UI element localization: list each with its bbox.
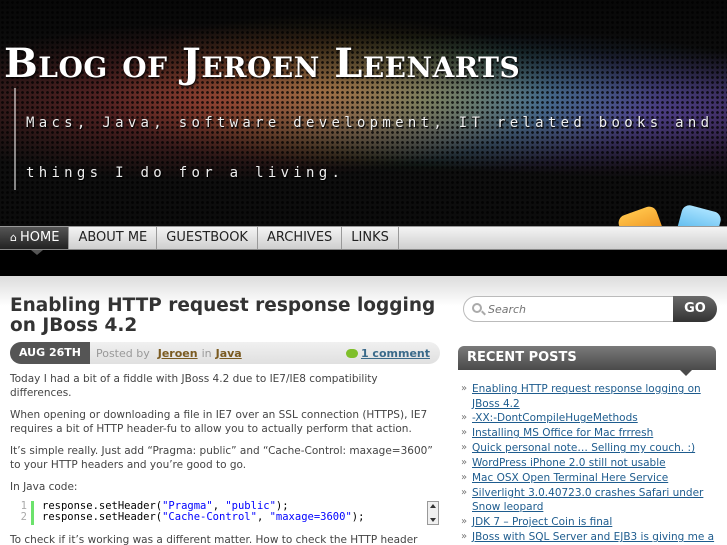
nav-item-home[interactable]: ⌂ HOME: [0, 227, 70, 249]
search-go-button[interactable]: GO: [673, 296, 717, 322]
recent-post-link[interactable]: JBoss with SQL Server and EJB3 is giving…: [460, 530, 718, 545]
comment-bubble-icon: [345, 348, 358, 358]
twitter-icon[interactable]: [673, 203, 723, 227]
nav-item-links[interactable]: LINKS: [342, 227, 399, 249]
search-form: GO: [463, 296, 718, 322]
category-link[interactable]: Java: [216, 347, 242, 360]
nav-label: HOME: [19, 230, 60, 245]
active-nav-caret-icon: [31, 250, 43, 255]
comments-count[interactable]: 1 comment: [361, 347, 430, 360]
recent-post-link[interactable]: Installing MS Office for Mac frrresh: [460, 426, 718, 441]
recent-post-link[interactable]: JDK 7 – Project Coin is final: [460, 515, 718, 530]
main-area: Enabling HTTP request response logging o…: [0, 276, 727, 545]
comments-link[interactable]: 1 comment: [345, 347, 430, 360]
line-number: 2: [20, 511, 27, 523]
post-meta: AUG 26TH Posted by Jeroen in Java 1 comm…: [10, 342, 440, 364]
post-paragraph: To check if it’s working was a different…: [10, 534, 418, 545]
tagline-divider: [14, 88, 16, 190]
post-paragraph: Today I had a bit of a fiddle with JBoss…: [10, 373, 378, 399]
nav-item-archives[interactable]: ARCHIVES: [258, 227, 343, 249]
recent-posts-list: Enabling HTTP request response logging o…: [458, 382, 718, 545]
post-content: Enabling HTTP request response logging o…: [10, 296, 440, 545]
site-title[interactable]: Blog of Jeroen Leenarts: [4, 40, 520, 87]
post-title[interactable]: Enabling HTTP request response logging o…: [10, 296, 440, 336]
author-link[interactable]: Jeroen: [158, 347, 198, 360]
post-paragraph: It’s simple really. Just add “Pragma: pu…: [10, 445, 433, 471]
code-line-numbers: 1 2: [10, 501, 34, 525]
post-paragraph: In Java code:: [10, 481, 78, 493]
search-icon: [472, 303, 482, 313]
rss-feed-icon[interactable]: [616, 204, 668, 227]
in-label: in: [201, 346, 212, 360]
post-date: AUG 26TH: [10, 342, 90, 364]
recent-post-link[interactable]: Mac OSX Open Terminal Here Service: [460, 471, 718, 486]
search-input[interactable]: [463, 296, 675, 322]
post-paragraph: When opening or downloading a file in IE…: [10, 409, 428, 435]
site-tagline: Macs, Java, software development, IT rel…: [26, 115, 714, 181]
sidebar: GO RECENT POSTS Enabling HTTP request re…: [458, 296, 718, 545]
recent-post-link[interactable]: Enabling HTTP request response logging o…: [460, 382, 718, 411]
recent-post-link[interactable]: WordPress iPhone 2.0 still not usable: [460, 456, 718, 471]
code-line: response.setHeader("Cache-Control", "max…: [42, 511, 365, 523]
recent-posts-heading: RECENT POSTS: [458, 346, 716, 376]
nav-item-about-me[interactable]: ABOUT ME: [69, 227, 158, 249]
code-text: response.setHeader("Pragma", "public"); r…: [34, 501, 364, 525]
main-nav: ⌂ HOME ABOUT ME GUESTBOOK ARCHIVES LINKS: [0, 226, 727, 250]
home-icon: ⌂: [10, 231, 17, 244]
code-block: 1 2 response.setHeader("Pragma", "public…: [10, 501, 440, 525]
nav-item-guestbook[interactable]: GUESTBOOK: [157, 227, 258, 249]
code-scrollbar[interactable]: [427, 501, 439, 525]
recent-post-link[interactable]: Silverlight 3.0.40723.0 crashes Safari u…: [460, 486, 718, 515]
recent-post-link[interactable]: -XX:-DontCompileHugeMethods: [460, 411, 718, 426]
recent-post-link[interactable]: Quick personal note… Selling my couch. :…: [460, 441, 718, 456]
nav-shadow: [0, 250, 727, 276]
site-header: Blog of Jeroen Leenarts Macs, Java, soft…: [0, 0, 727, 227]
posted-by-label: Posted by: [95, 346, 150, 360]
